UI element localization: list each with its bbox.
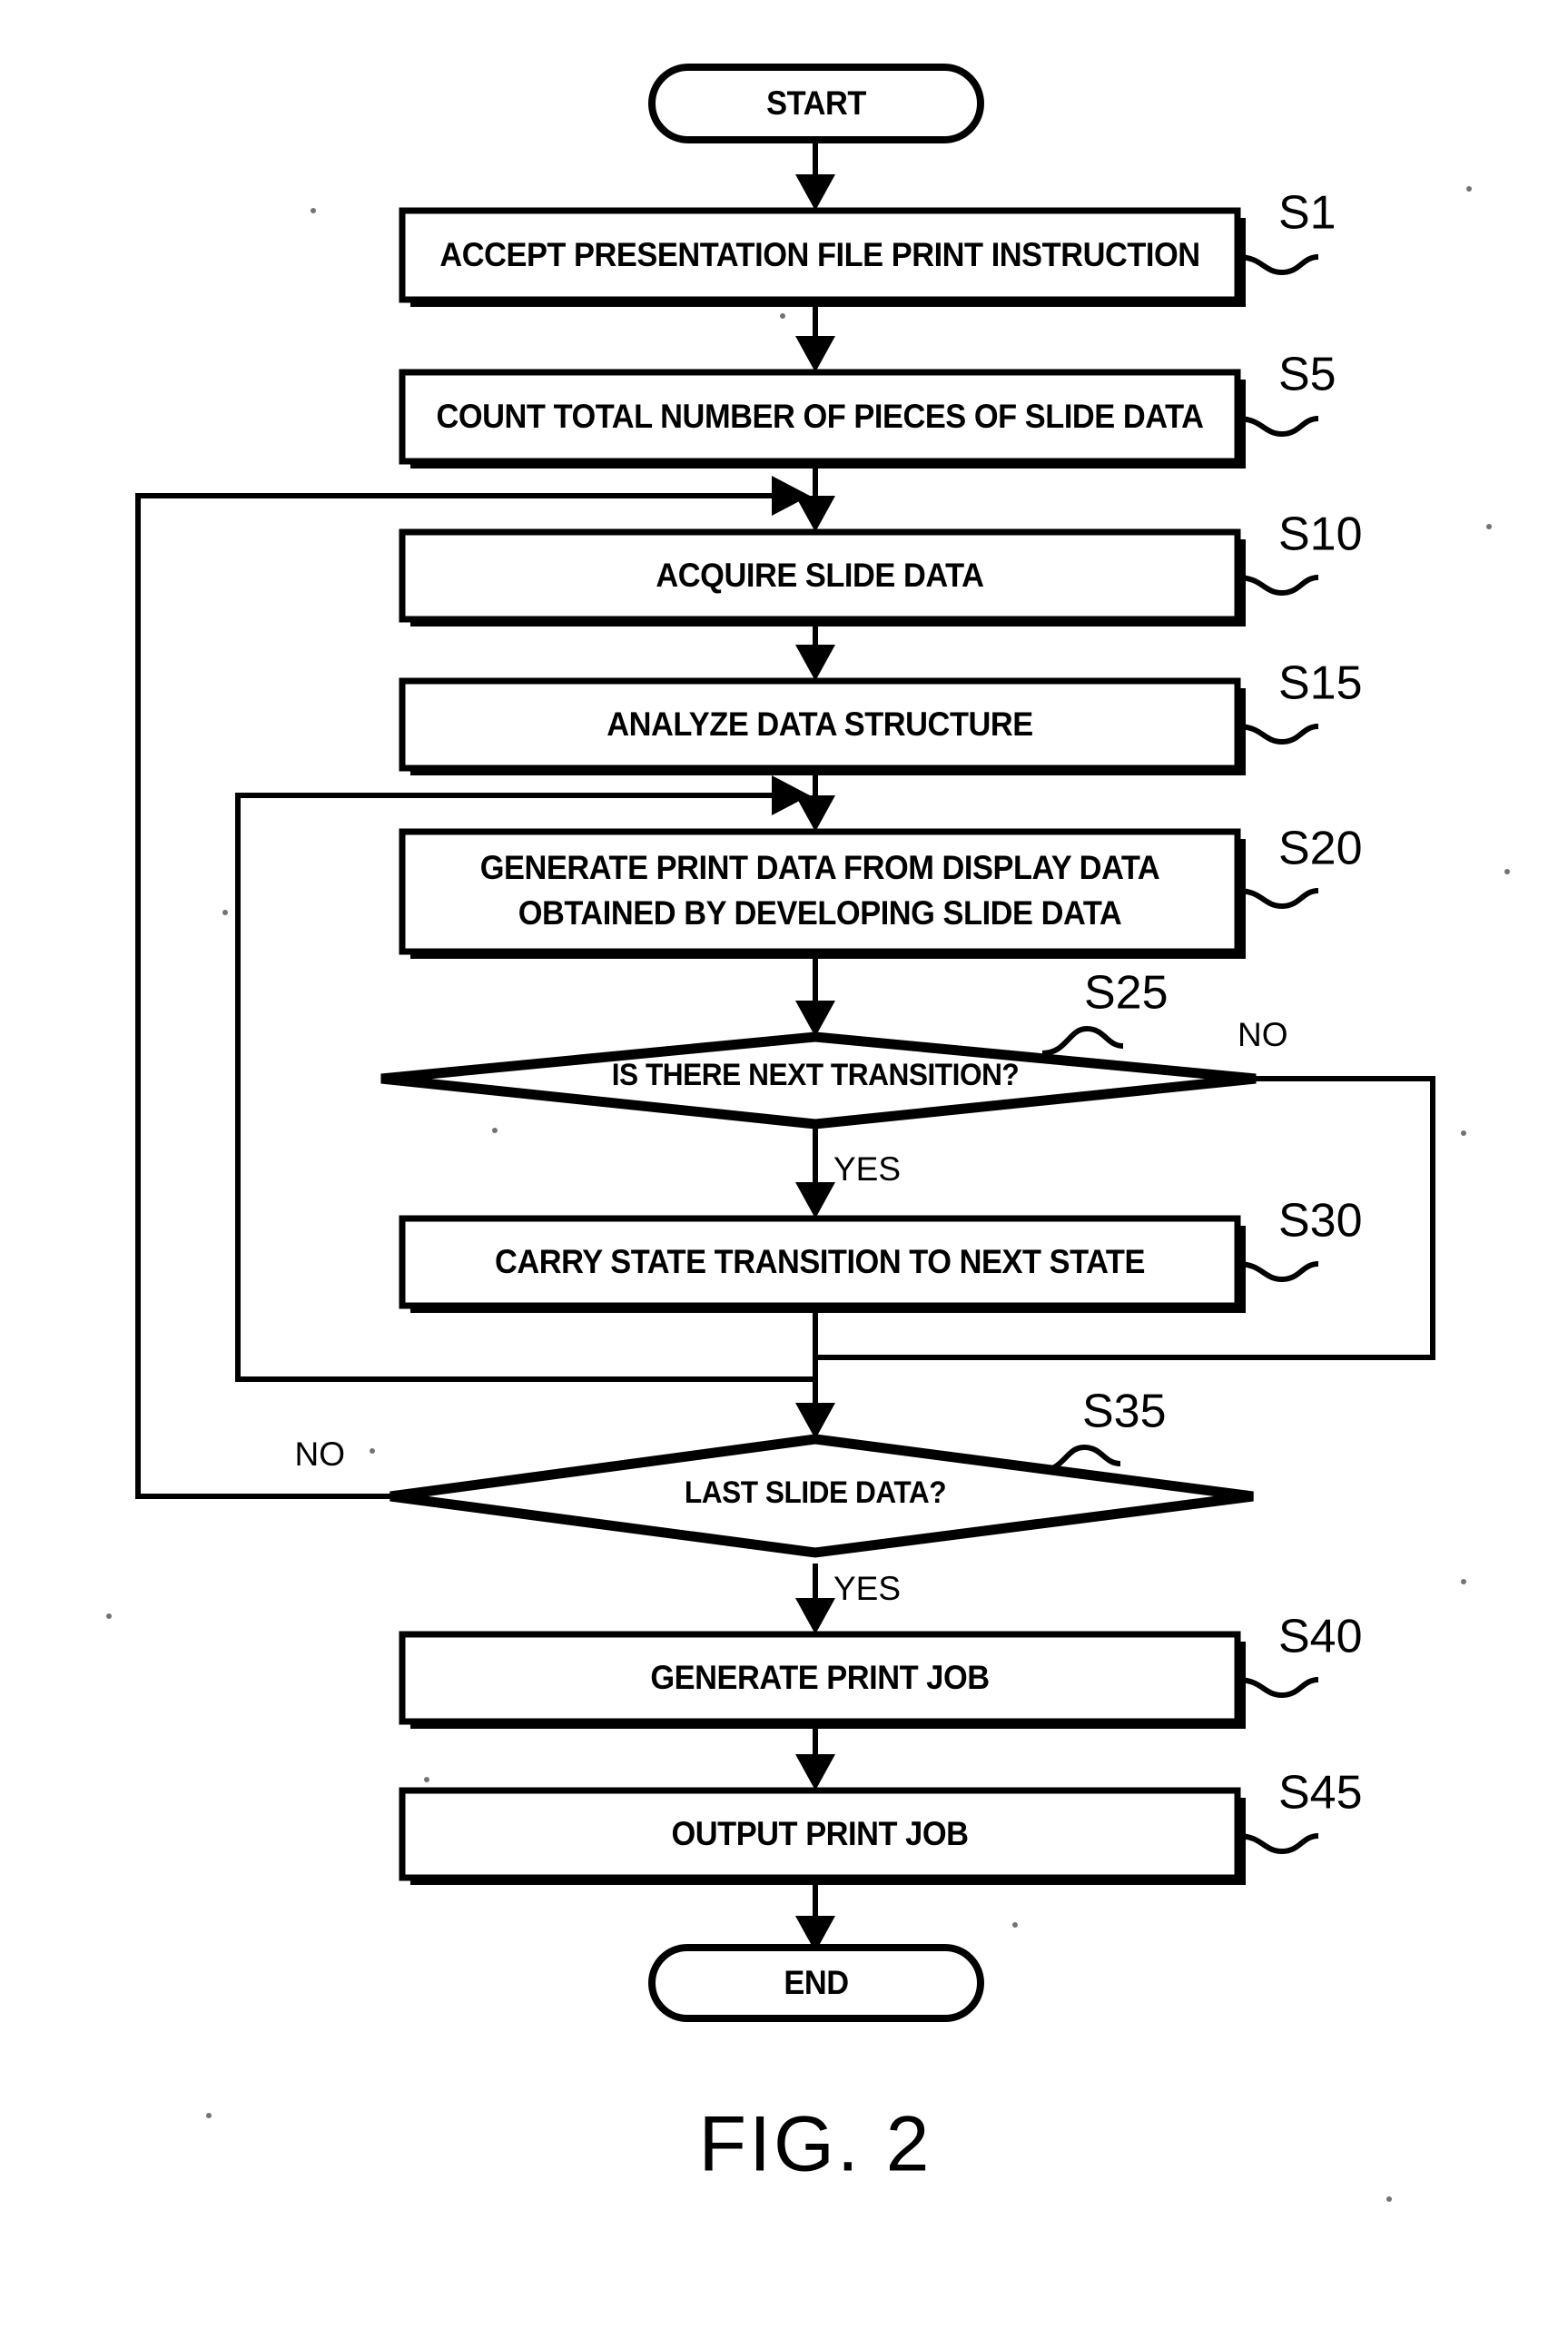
step-id-s45: S45 xyxy=(1278,1767,1363,1820)
process-s10-label: ACQUIRE SLIDE DATA xyxy=(656,557,983,594)
step-id-s15: S15 xyxy=(1278,657,1363,710)
process-s20: GENERATE PRINT DATA FROM DISPLAY DATA OB… xyxy=(399,823,1363,959)
arrow-s10-to-s15 xyxy=(795,645,835,681)
figure-caption: FIG. 2 xyxy=(699,2101,932,2188)
step-id-s20: S20 xyxy=(1278,823,1363,875)
arrow-to-s10 xyxy=(795,496,835,532)
flowchart-canvas: START ACCEPT PRESENTATION FILE PRINT INS… xyxy=(106,64,1510,2202)
process-s1: ACCEPT PRESENTATION FILE PRINT INSTRUCTI… xyxy=(399,187,1336,307)
arrow-start-to-s1 xyxy=(795,174,835,211)
process-s20-label-line2: OBTAINED BY DEVELOPING SLIDE DATA xyxy=(518,894,1121,932)
process-s20-label-line1: GENERATE PRINT DATA FROM DISPLAY DATA xyxy=(480,849,1160,886)
process-s15: ANALYZE DATA STRUCTURE S15 xyxy=(399,657,1363,775)
process-s45-label: OUTPUT PRINT JOB xyxy=(671,1815,968,1852)
step-id-s10: S10 xyxy=(1278,508,1363,561)
terminal-start-label: START xyxy=(766,84,866,122)
arrow-s40-to-s45 xyxy=(795,1754,835,1791)
decision-s25-label: IS THERE NEXT TRANSITION? xyxy=(612,1057,1020,1091)
terminal-end-label: END xyxy=(784,1964,848,2001)
process-s45: OUTPUT PRINT JOB S45 xyxy=(399,1767,1363,1885)
arrow-s20-to-s25 xyxy=(795,1001,835,1037)
terminal-end: END xyxy=(648,1944,984,2022)
step-id-s35: S35 xyxy=(1082,1386,1167,1438)
decision-s35-label: LAST SLIDE DATA? xyxy=(685,1475,946,1509)
terminal-start: START xyxy=(648,64,984,143)
process-s5: COUNT TOTAL NUMBER OF PIECES OF SLIDE DA… xyxy=(399,349,1336,469)
process-s15-label: ANALYZE DATA STRUCTURE xyxy=(606,705,1032,743)
arrow-s35yes-to-s40 xyxy=(795,1598,835,1634)
process-s10: ACQUIRE SLIDE DATA S10 xyxy=(399,508,1363,626)
decision-s25: IS THERE NEXT TRANSITION? S25 NO YES xyxy=(380,967,1288,1188)
process-s5-label: COUNT TOTAL NUMBER OF PIECES OF SLIDE DA… xyxy=(437,398,1204,435)
step-id-s25: S25 xyxy=(1084,967,1169,1020)
arrow-to-s35 xyxy=(795,1403,835,1439)
step-id-s5: S5 xyxy=(1278,349,1336,401)
process-s40: GENERATE PRINT JOB S40 xyxy=(399,1611,1363,1729)
branch-label-s35-yes: YES xyxy=(833,1570,901,1607)
decision-s35: LAST SLIDE DATA? S35 NO YES xyxy=(295,1386,1254,1607)
branch-label-s35-no: NO xyxy=(295,1435,346,1473)
process-s30-label: CARRY STATE TRANSITION TO NEXT STATE xyxy=(495,1243,1145,1280)
arrow-s1-to-s5 xyxy=(795,336,835,372)
process-s40-label: GENERATE PRINT JOB xyxy=(650,1659,989,1696)
patent-figure-page: START ACCEPT PRESENTATION FILE PRINT INS… xyxy=(0,0,1568,2348)
step-id-s1: S1 xyxy=(1278,187,1336,240)
arrow-s25yes-to-s30 xyxy=(795,1182,835,1218)
branch-label-s25-no: NO xyxy=(1238,1016,1288,1053)
step-id-s40: S40 xyxy=(1278,1611,1363,1663)
process-s30: CARRY STATE TRANSITION TO NEXT STATE S30 xyxy=(399,1195,1363,1313)
branch-label-s25-yes: YES xyxy=(833,1150,901,1188)
step-id-s30: S30 xyxy=(1278,1195,1363,1248)
arrow-to-s20 xyxy=(795,795,835,832)
process-s1-label: ACCEPT PRESENTATION FILE PRINT INSTRUCTI… xyxy=(439,236,1199,273)
